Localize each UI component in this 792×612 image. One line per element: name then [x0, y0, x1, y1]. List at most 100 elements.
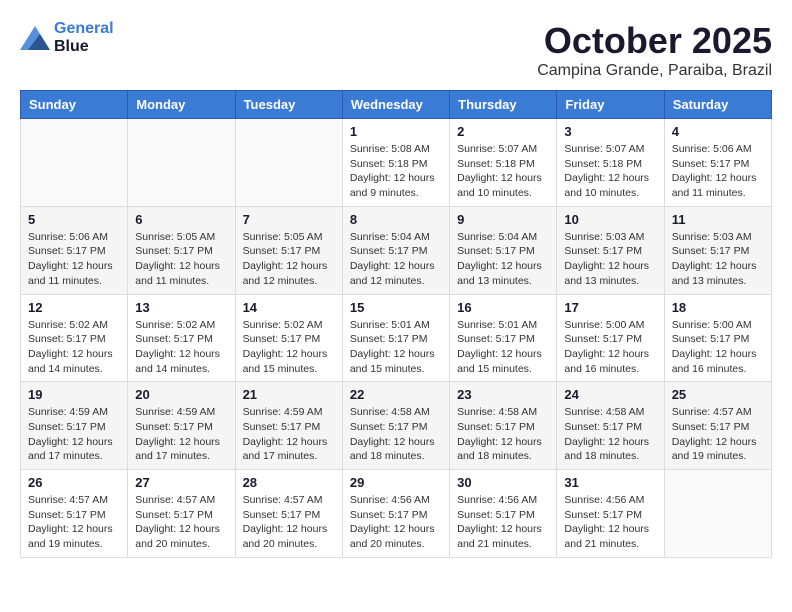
calendar-week-4: 19 Sunrise: 4:59 AM Sunset: 5:17 PM Dayli… — [21, 382, 772, 470]
day-info: Sunrise: 5:01 AM Sunset: 5:17 PM Dayligh… — [457, 318, 549, 377]
day-number: 31 — [564, 475, 656, 490]
calendar-cell: 30Sunrise: 4:56 AM Sunset: 5:17 PM Dayli… — [450, 470, 557, 558]
day-info: Sunrise: 5:01 AM Sunset: 5:17 PM Dayligh… — [350, 318, 442, 377]
weekday-header-tuesday: Tuesday — [235, 91, 342, 119]
day-number: 20 — [135, 387, 227, 402]
day-info: Sunrise: 4:57 AM Sunset: 5:17 PM Dayligh… — [243, 493, 335, 552]
calendar-cell: 23Sunrise: 4:58 AM Sunset: 5:17 PM Dayli… — [450, 382, 557, 470]
day-number: 24 — [564, 387, 656, 402]
day-info: Sunrise: 4:56 AM Sunset: 5:17 PM Dayligh… — [350, 493, 442, 552]
day-number: 17 — [564, 300, 656, 315]
location-subtitle: Campina Grande, Paraiba, Brazil — [537, 62, 772, 80]
day-number: 23 — [457, 387, 549, 402]
day-info: Sunrise: 4:57 AM Sunset: 5:17 PM Dayligh… — [28, 493, 120, 552]
calendar-week-3: 12 Sunrise: 5:02 AM Sunset: 5:17 PM Dayli… — [21, 294, 772, 382]
day-info: Sunrise: 5:03 AM Sunset: 5:17 PM Dayligh… — [672, 230, 764, 289]
calendar-cell: 15Sunrise: 5:01 AM Sunset: 5:17 PM Dayli… — [342, 294, 449, 382]
calendar-cell: 25 Sunrise: 4:57 AM Sunset: 5:17 PM Dayli… — [664, 382, 771, 470]
day-info: Sunrise: 5:04 AM Sunset: 5:17 PM Dayligh… — [350, 230, 442, 289]
calendar-cell: 24 Sunrise: 4:58 AM Sunset: 5:17 PM Dayli… — [557, 382, 664, 470]
day-info: Sunrise: 5:06 AM Sunset: 5:17 PM Dayligh… — [672, 142, 764, 201]
calendar-cell: 21Sunrise: 4:59 AM Sunset: 5:17 PM Dayli… — [235, 382, 342, 470]
day-info: Sunrise: 5:07 AM Sunset: 5:18 PM Dayligh… — [564, 142, 656, 201]
day-number: 4 — [672, 124, 764, 139]
day-number: 13 — [135, 300, 227, 315]
day-info: Sunrise: 5:06 AM Sunset: 5:17 PM Dayligh… — [28, 230, 120, 289]
weekday-header-saturday: Saturday — [664, 91, 771, 119]
day-info: Sunrise: 4:56 AM Sunset: 5:17 PM Dayligh… — [457, 493, 549, 552]
day-number: 1 — [350, 124, 442, 139]
day-number: 28 — [243, 475, 335, 490]
title-block: October 2025 Campina Grande, Paraiba, Br… — [537, 20, 772, 80]
calendar-cell: 28 Sunrise: 4:57 AM Sunset: 5:17 PM Dayli… — [235, 470, 342, 558]
weekday-header-friday: Friday — [557, 91, 664, 119]
calendar-cell: 14 Sunrise: 5:02 AM Sunset: 5:17 PM Dayli… — [235, 294, 342, 382]
day-number: 6 — [135, 212, 227, 227]
day-info: Sunrise: 5:05 AM Sunset: 5:17 PM Dayligh… — [243, 230, 335, 289]
calendar-cell: 31 Sunrise: 4:56 AM Sunset: 5:17 PM Dayli… — [557, 470, 664, 558]
day-info: Sunrise: 5:04 AM Sunset: 5:17 PM Dayligh… — [457, 230, 549, 289]
day-number: 19 — [28, 387, 120, 402]
day-info: Sunrise: 5:05 AM Sunset: 5:17 PM Dayligh… — [135, 230, 227, 289]
weekday-header-sunday: Sunday — [21, 91, 128, 119]
weekday-header-monday: Monday — [128, 91, 235, 119]
logo: General Blue — [20, 20, 114, 55]
calendar-cell: 9 Sunrise: 5:04 AM Sunset: 5:17 PM Daylig… — [450, 206, 557, 294]
day-info: Sunrise: 5:02 AM Sunset: 5:17 PM Dayligh… — [135, 318, 227, 377]
day-info: Sunrise: 5:02 AM Sunset: 5:17 PM Dayligh… — [28, 318, 120, 377]
day-number: 16 — [457, 300, 549, 315]
day-info: Sunrise: 4:59 AM Sunset: 5:17 PM Dayligh… — [243, 405, 335, 464]
logo-icon — [20, 26, 50, 50]
calendar-cell: 13 Sunrise: 5:02 AM Sunset: 5:17 PM Dayli… — [128, 294, 235, 382]
calendar-cell: 4 Sunrise: 5:06 AM Sunset: 5:17 PM Daylig… — [664, 119, 771, 207]
day-info: Sunrise: 5:03 AM Sunset: 5:17 PM Dayligh… — [564, 230, 656, 289]
day-number: 5 — [28, 212, 120, 227]
calendar-cell: 26Sunrise: 4:57 AM Sunset: 5:17 PM Dayli… — [21, 470, 128, 558]
day-number: 3 — [564, 124, 656, 139]
calendar-cell — [235, 119, 342, 207]
day-number: 25 — [672, 387, 764, 402]
day-info: Sunrise: 5:08 AM Sunset: 5:18 PM Dayligh… — [350, 142, 442, 201]
calendar-week-1: 1 Sunrise: 5:08 AM Sunset: 5:18 PM Daylig… — [21, 119, 772, 207]
day-number: 10 — [564, 212, 656, 227]
day-info: Sunrise: 4:57 AM Sunset: 5:17 PM Dayligh… — [672, 405, 764, 464]
calendar-week-5: 26Sunrise: 4:57 AM Sunset: 5:17 PM Dayli… — [21, 470, 772, 558]
calendar-cell: 22Sunrise: 4:58 AM Sunset: 5:17 PM Dayli… — [342, 382, 449, 470]
day-number: 2 — [457, 124, 549, 139]
day-number: 9 — [457, 212, 549, 227]
month-title: October 2025 — [537, 20, 772, 62]
calendar-cell: 6 Sunrise: 5:05 AM Sunset: 5:17 PM Daylig… — [128, 206, 235, 294]
calendar-cell: 20Sunrise: 4:59 AM Sunset: 5:17 PM Dayli… — [128, 382, 235, 470]
day-info: Sunrise: 5:00 AM Sunset: 5:17 PM Dayligh… — [672, 318, 764, 377]
calendar-table: SundayMondayTuesdayWednesdayThursdayFrid… — [20, 90, 772, 558]
calendar-cell — [664, 470, 771, 558]
calendar-cell: 17Sunrise: 5:00 AM Sunset: 5:17 PM Dayli… — [557, 294, 664, 382]
day-info: Sunrise: 5:02 AM Sunset: 5:17 PM Dayligh… — [243, 318, 335, 377]
calendar-cell: 18 Sunrise: 5:00 AM Sunset: 5:17 PM Dayli… — [664, 294, 771, 382]
day-info: Sunrise: 5:07 AM Sunset: 5:18 PM Dayligh… — [457, 142, 549, 201]
day-info: Sunrise: 4:59 AM Sunset: 5:17 PM Dayligh… — [28, 405, 120, 464]
calendar-cell: 7Sunrise: 5:05 AM Sunset: 5:17 PM Daylig… — [235, 206, 342, 294]
calendar-cell: 16 Sunrise: 5:01 AM Sunset: 5:17 PM Dayli… — [450, 294, 557, 382]
calendar-cell: 2 Sunrise: 5:07 AM Sunset: 5:18 PM Daylig… — [450, 119, 557, 207]
day-info: Sunrise: 4:58 AM Sunset: 5:17 PM Dayligh… — [350, 405, 442, 464]
weekday-header-row: SundayMondayTuesdayWednesdayThursdayFrid… — [21, 91, 772, 119]
calendar-cell: 10 Sunrise: 5:03 AM Sunset: 5:17 PM Dayli… — [557, 206, 664, 294]
day-number: 11 — [672, 212, 764, 227]
day-number: 18 — [672, 300, 764, 315]
day-info: Sunrise: 4:57 AM Sunset: 5:17 PM Dayligh… — [135, 493, 227, 552]
day-number: 14 — [243, 300, 335, 315]
day-info: Sunrise: 4:56 AM Sunset: 5:17 PM Dayligh… — [564, 493, 656, 552]
calendar-cell: 5 Sunrise: 5:06 AM Sunset: 5:17 PM Daylig… — [21, 206, 128, 294]
day-number: 27 — [135, 475, 227, 490]
calendar-cell: 27 Sunrise: 4:57 AM Sunset: 5:17 PM Dayli… — [128, 470, 235, 558]
calendar-cell: 19 Sunrise: 4:59 AM Sunset: 5:17 PM Dayli… — [21, 382, 128, 470]
calendar-cell — [128, 119, 235, 207]
day-number: 29 — [350, 475, 442, 490]
calendar-cell: 29 Sunrise: 4:56 AM Sunset: 5:17 PM Dayli… — [342, 470, 449, 558]
day-info: Sunrise: 4:58 AM Sunset: 5:17 PM Dayligh… — [564, 405, 656, 464]
calendar-cell: 11 Sunrise: 5:03 AM Sunset: 5:17 PM Dayli… — [664, 206, 771, 294]
day-number: 12 — [28, 300, 120, 315]
logo-text-blue: Blue — [54, 38, 114, 56]
calendar-cell: 1 Sunrise: 5:08 AM Sunset: 5:18 PM Daylig… — [342, 119, 449, 207]
